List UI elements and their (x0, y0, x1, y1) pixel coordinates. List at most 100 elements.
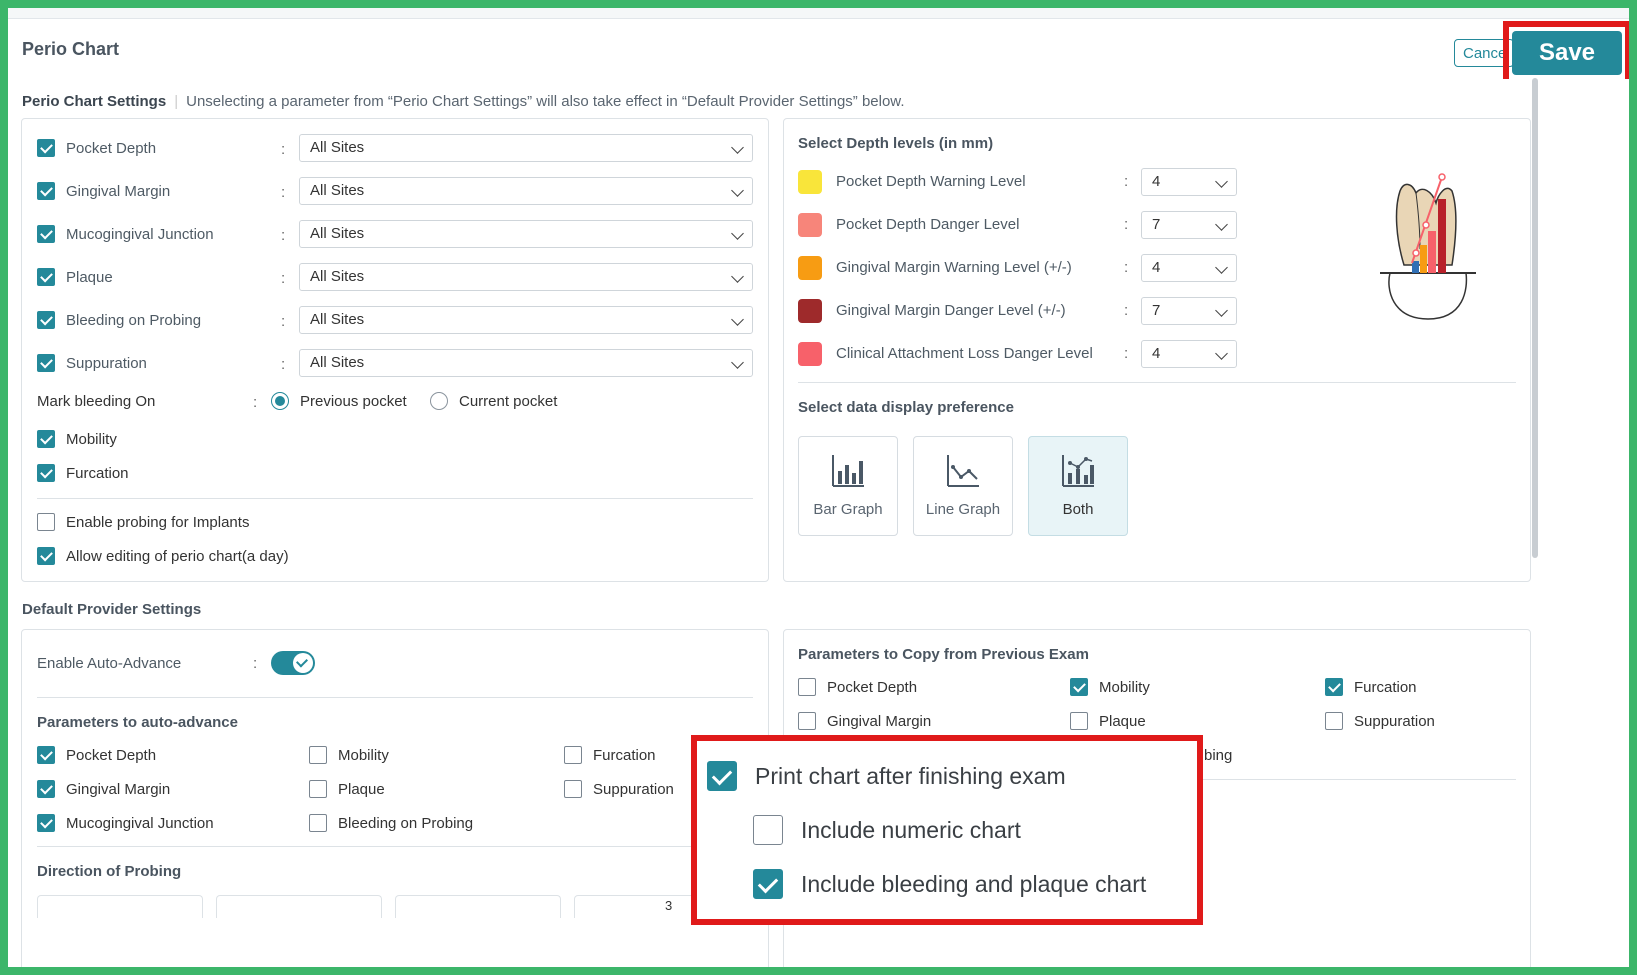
auto-advance-label: Enable Auto-Advance (37, 655, 182, 672)
option-label: Plaque (1099, 712, 1146, 730)
mobility-checkbox[interactable] (37, 430, 55, 448)
depth-levels-panel: Select Depth levels (in mm) Pocket Depth… (783, 118, 1531, 582)
suppuration-select[interactable]: All Sites (299, 349, 753, 377)
pd-danger-select[interactable]: 7 (1141, 211, 1237, 239)
furcation-checkbox[interactable] (37, 464, 55, 482)
direction-option[interactable] (216, 895, 382, 918)
swatch-gm-danger (798, 299, 822, 323)
option-label: Suppuration (593, 780, 674, 798)
gingival-margin-select[interactable]: All Sites (299, 177, 753, 205)
level-label: Clinical Attachment Loss Danger Level (836, 345, 1093, 362)
plaque-checkbox[interactable] (37, 268, 55, 286)
radio-previous-pocket[interactable]: Previous pocket (271, 386, 407, 416)
depth-levels-title: Select Depth levels (in mm) (798, 135, 994, 152)
save-highlight-box (1503, 21, 1629, 87)
gm-danger-select[interactable]: 7 (1141, 297, 1237, 325)
aa-suppuration-checkbox[interactable] (564, 780, 582, 798)
implants-option-row: Enable probing for Implants (37, 507, 249, 537)
param-row-mucogingival-junction: Mucogingival Junction (37, 219, 214, 249)
swatch-pd-warning (798, 170, 822, 194)
option-label: Allow editing of perio chart(a day) (66, 547, 289, 565)
chevron-down-icon (1215, 175, 1228, 188)
aa-gingival-margin-checkbox[interactable] (37, 780, 55, 798)
option-label: Print chart after finishing exam (755, 762, 1066, 789)
plaque-select[interactable]: All Sites (299, 263, 753, 291)
bar-graph-option[interactable]: Bar Graph (798, 436, 898, 536)
pocket-depth-checkbox[interactable] (37, 139, 55, 157)
level-label: Pocket Depth Danger Level (836, 216, 1020, 233)
line-graph-option[interactable]: Line Graph (913, 436, 1013, 536)
chevron-down-icon (1215, 218, 1228, 231)
auto-advance-params-title: Parameters to auto-advance (37, 714, 238, 731)
aa-mucogingival-junction-checkbox[interactable] (37, 814, 55, 832)
both-option[interactable]: Both (1028, 436, 1128, 536)
aa-furcation-checkbox[interactable] (564, 746, 582, 764)
include-numeric-checkbox[interactable] (753, 815, 783, 845)
implants-checkbox[interactable] (37, 513, 55, 531)
bleeding-checkbox[interactable] (37, 311, 55, 329)
param-row-gingival-margin: Gingival Margin (37, 176, 170, 206)
radio-current-pocket[interactable]: Current pocket (430, 386, 557, 416)
option-label: Furcation (1354, 678, 1417, 696)
level-label: Gingival Margin Warning Level (+/-) (836, 259, 1072, 276)
copy-suppuration: Suppuration (1325, 706, 1435, 736)
option-label: Gingival Margin (827, 712, 932, 730)
copy-params-title: Parameters to Copy from Previous Exam (798, 646, 1089, 663)
cal-danger-select[interactable]: 4 (1141, 340, 1237, 368)
copy-mobility-checkbox[interactable] (1070, 678, 1088, 696)
divider (798, 382, 1516, 383)
aa-pocket-depth: Pocket Depth (37, 740, 156, 770)
include-bleeding-plaque-option: Include bleeding and plaque chart (753, 869, 1146, 899)
param-row-bleeding: Bleeding on Probing (37, 305, 201, 335)
print-chart-option: Print chart after finishing exam (707, 761, 1066, 791)
level-label: Gingival Margin Danger Level (+/-) (836, 302, 1066, 319)
aa-bleeding: Bleeding on Probing (309, 808, 473, 838)
allow-editing-checkbox[interactable] (37, 547, 55, 565)
current-pocket-radio[interactable] (430, 392, 448, 410)
aa-plaque-checkbox[interactable] (309, 780, 327, 798)
bleeding-select[interactable]: All Sites (299, 306, 753, 334)
aa-mucogingival-junction: Mucogingival Junction (37, 808, 214, 838)
aa-gingival-margin: Gingival Margin (37, 774, 170, 804)
chevron-down-icon (731, 184, 744, 197)
direction-option[interactable] (37, 895, 203, 918)
option-label: Mucogingival Junction (66, 814, 214, 832)
auto-advance-toggle[interactable] (271, 651, 315, 675)
chevron-down-icon (731, 313, 744, 326)
param-label: Mobility (66, 430, 117, 448)
suppuration-checkbox[interactable] (37, 354, 55, 372)
direction-option[interactable] (395, 895, 561, 918)
copy-pocket-depth-checkbox[interactable] (798, 678, 816, 696)
copy-furcation-checkbox[interactable] (1325, 678, 1343, 696)
copy-gingival-margin-checkbox[interactable] (798, 712, 816, 730)
option-label: Gingival Margin (66, 780, 171, 798)
param-row-suppuration: Suppuration (37, 348, 147, 378)
previous-pocket-radio[interactable] (271, 392, 289, 410)
vertical-scrollbar[interactable] (1532, 78, 1538, 558)
aa-pocket-depth-checkbox[interactable] (37, 746, 55, 764)
level-label: Pocket Depth Warning Level (836, 173, 1026, 190)
aa-bleeding-checkbox[interactable] (309, 814, 327, 832)
mucogingival-junction-checkbox[interactable] (37, 225, 55, 243)
swatch-pd-danger (798, 213, 822, 237)
mucogingival-junction-select[interactable]: All Sites (299, 220, 753, 248)
perio-settings-subhead: Perio Chart Settings | Unselecting a param… (22, 93, 905, 110)
pd-warning-select[interactable]: 4 (1141, 168, 1237, 196)
print-chart-checkbox[interactable] (707, 761, 737, 791)
gm-warning-select[interactable]: 4 (1141, 254, 1237, 282)
copy-plaque-checkbox[interactable] (1070, 712, 1088, 730)
chevron-down-icon (731, 141, 744, 154)
option-label: Mobility (338, 746, 389, 764)
divider (37, 498, 753, 499)
chevron-down-icon (1215, 304, 1228, 317)
copy-suppuration-checkbox[interactable] (1325, 712, 1343, 730)
aa-mobility-checkbox[interactable] (309, 746, 327, 764)
aa-plaque: Plaque (309, 774, 385, 804)
aa-suppuration: Suppuration (564, 774, 674, 804)
pocket-depth-select[interactable]: All Sites (299, 134, 753, 162)
option-label: Mobility (1099, 678, 1150, 696)
include-bleeding-plaque-checkbox[interactable] (753, 869, 783, 899)
aa-furcation: Furcation (564, 740, 656, 770)
gingival-margin-checkbox[interactable] (37, 182, 55, 200)
param-label: Suppuration (66, 354, 147, 372)
